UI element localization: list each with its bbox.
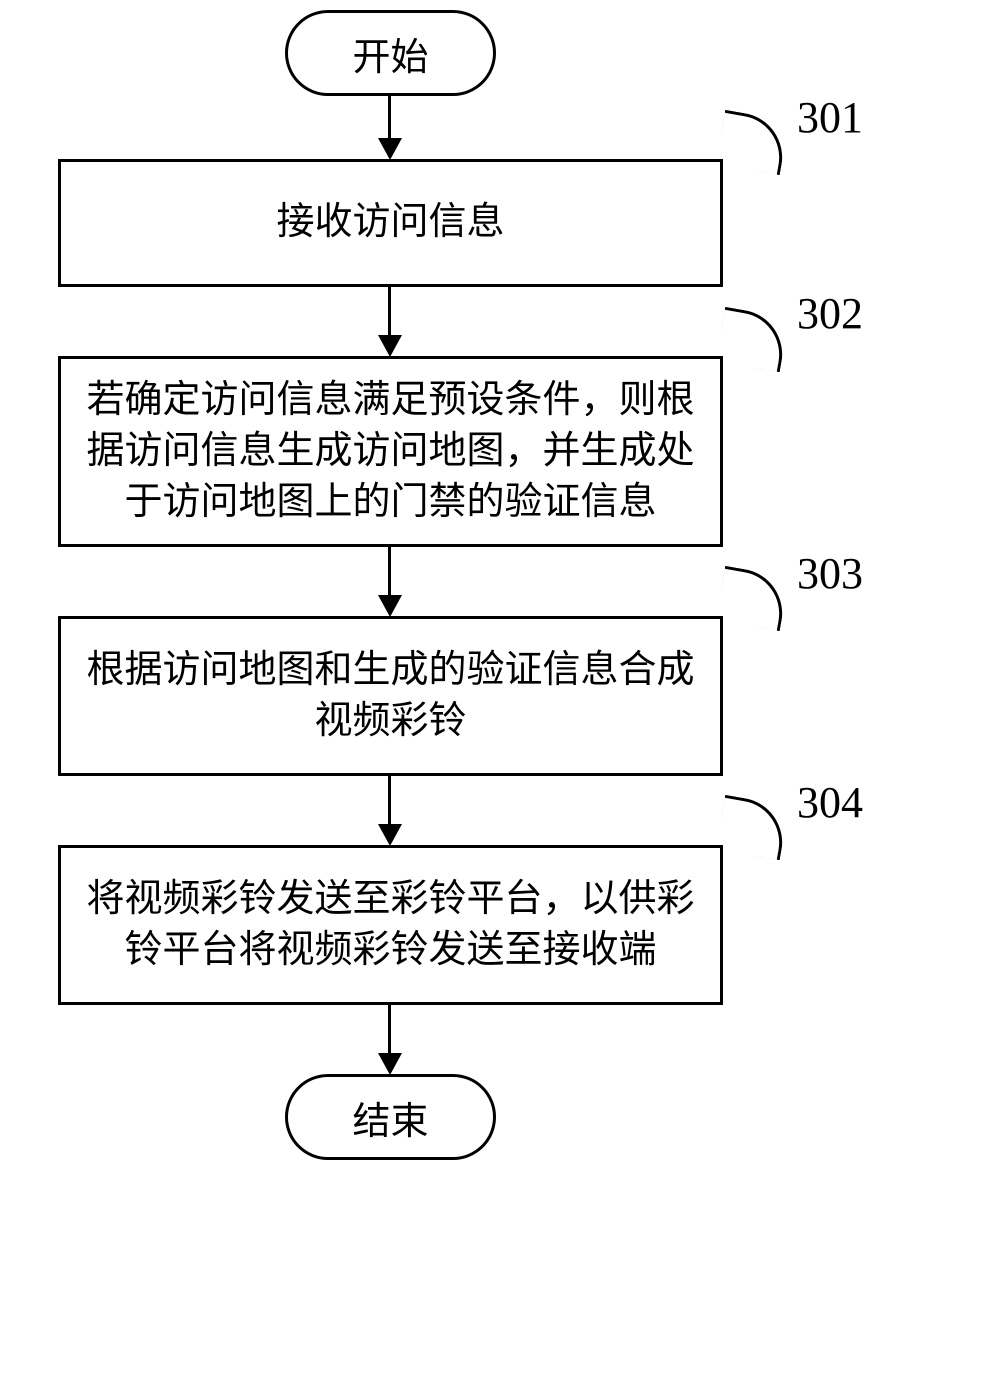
step-302: 若确定访问信息满足预设条件，则根 据访问信息生成访问地图，并生成处 于访问地图上… (58, 356, 723, 547)
curve-303 (716, 566, 790, 631)
arrow-303-304 (388, 776, 391, 826)
step-304-text: 将视频彩铃发送至彩铃平台，以供彩 铃平台将视频彩铃发送至接收端 (86, 874, 694, 977)
start-terminal: 开始 (285, 10, 496, 96)
arrow-302-303 (388, 547, 391, 597)
curve-304 (716, 795, 790, 860)
step-304: 将视频彩铃发送至彩铃平台，以供彩 铃平台将视频彩铃发送至接收端 (58, 845, 723, 1005)
label-301: 301 (797, 92, 863, 143)
label-303: 303 (797, 548, 863, 599)
arrow-head-302-303 (378, 595, 402, 617)
arrow-head-304-end (378, 1053, 402, 1075)
label-304: 304 (797, 777, 863, 828)
step-301-text: 接收访问信息 (276, 197, 504, 248)
step-302-text: 若确定访问信息满足预设条件，则根 据访问信息生成访问地图，并生成处 于访问地图上… (86, 375, 694, 529)
step-303-text: 根据访问地图和生成的验证信息合成 视频彩铃 (86, 645, 694, 748)
arrow-301-302 (388, 287, 391, 337)
end-text: 结束 (352, 1090, 428, 1145)
curve-302 (716, 307, 790, 372)
arrow-head-301-302 (378, 335, 402, 357)
arrow-start-301 (388, 96, 391, 140)
end-terminal: 结束 (285, 1074, 496, 1160)
step-301: 接收访问信息 (58, 159, 723, 287)
curve-301 (716, 110, 790, 175)
start-text: 开始 (352, 26, 428, 81)
step-303: 根据访问地图和生成的验证信息合成 视频彩铃 (58, 616, 723, 776)
label-302: 302 (797, 288, 863, 339)
arrow-head-start-301 (378, 138, 402, 160)
arrow-304-end (388, 1005, 391, 1055)
arrow-head-303-304 (378, 824, 402, 846)
